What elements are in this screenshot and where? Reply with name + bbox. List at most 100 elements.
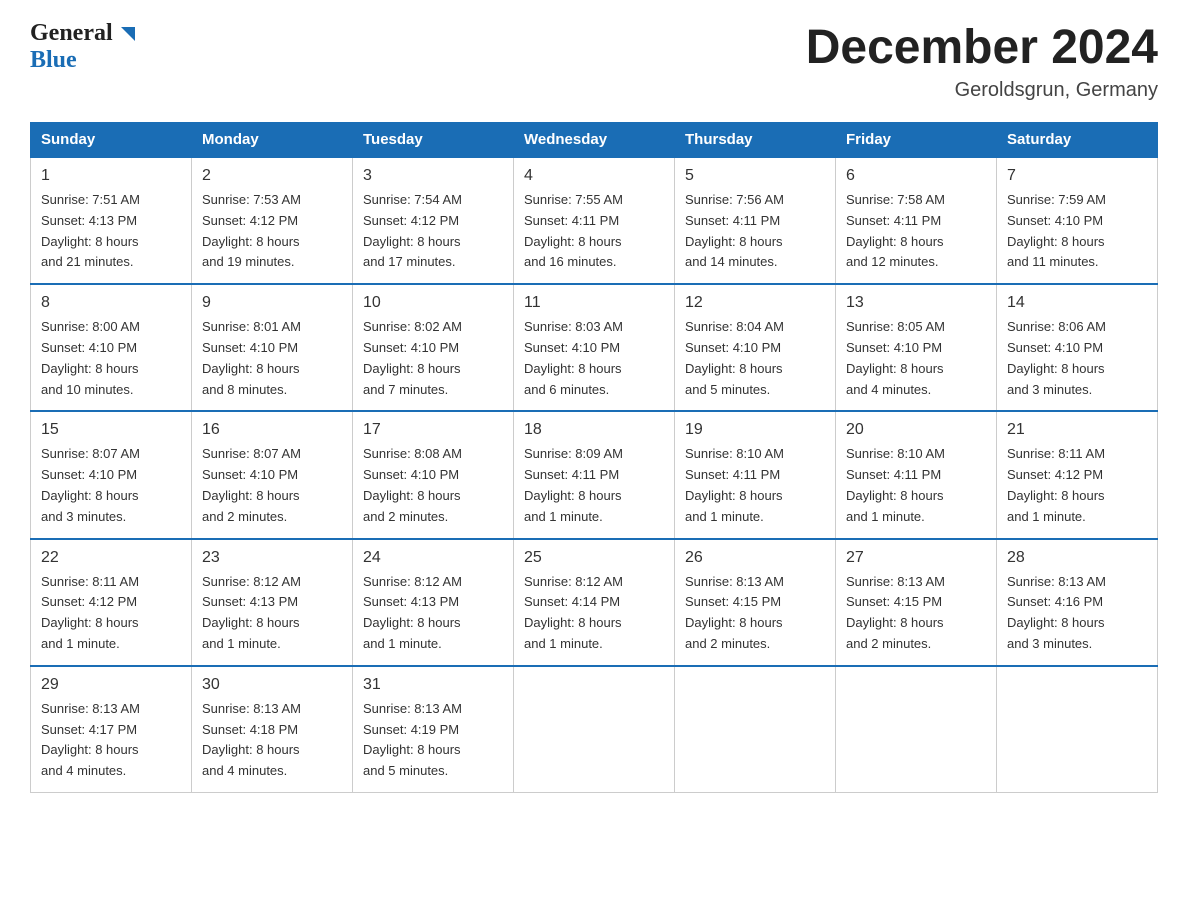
calendar-week-row: 8 Sunrise: 8:00 AMSunset: 4:10 PMDayligh… xyxy=(31,284,1158,411)
day-number: 4 xyxy=(524,164,664,188)
page-header: General Blue December 2024 Geroldsgrun, … xyxy=(30,20,1158,102)
day-info: Sunrise: 8:12 AMSunset: 4:14 PMDaylight:… xyxy=(524,574,623,651)
day-info: Sunrise: 8:07 AMSunset: 4:10 PMDaylight:… xyxy=(41,446,140,523)
day-info: Sunrise: 8:07 AMSunset: 4:10 PMDaylight:… xyxy=(202,446,301,523)
day-number: 16 xyxy=(202,418,342,442)
day-info: Sunrise: 7:53 AMSunset: 4:12 PMDaylight:… xyxy=(202,192,301,269)
day-number: 8 xyxy=(41,291,181,315)
calendar-cell: 7 Sunrise: 7:59 AMSunset: 4:10 PMDayligh… xyxy=(997,157,1158,284)
day-info: Sunrise: 8:13 AMSunset: 4:15 PMDaylight:… xyxy=(846,574,945,651)
day-info: Sunrise: 7:51 AMSunset: 4:13 PMDaylight:… xyxy=(41,192,140,269)
calendar-cell: 26 Sunrise: 8:13 AMSunset: 4:15 PMDaylig… xyxy=(675,539,836,666)
calendar-cell: 31 Sunrise: 8:13 AMSunset: 4:19 PMDaylig… xyxy=(353,666,514,793)
calendar-cell: 22 Sunrise: 8:11 AMSunset: 4:12 PMDaylig… xyxy=(31,539,192,666)
calendar-cell: 30 Sunrise: 8:13 AMSunset: 4:18 PMDaylig… xyxy=(192,666,353,793)
day-number: 14 xyxy=(1007,291,1147,315)
calendar-cell: 25 Sunrise: 8:12 AMSunset: 4:14 PMDaylig… xyxy=(514,539,675,666)
day-number: 6 xyxy=(846,164,986,188)
day-number: 12 xyxy=(685,291,825,315)
day-number: 10 xyxy=(363,291,503,315)
day-number: 1 xyxy=(41,164,181,188)
month-title: December 2024 xyxy=(806,20,1158,75)
calendar-cell: 24 Sunrise: 8:12 AMSunset: 4:13 PMDaylig… xyxy=(353,539,514,666)
day-number: 7 xyxy=(1007,164,1147,188)
col-thursday: Thursday xyxy=(675,123,836,158)
location-subtitle: Geroldsgrun, Germany xyxy=(806,79,1158,102)
calendar-cell: 9 Sunrise: 8:01 AMSunset: 4:10 PMDayligh… xyxy=(192,284,353,411)
calendar-cell xyxy=(514,666,675,793)
calendar-cell: 19 Sunrise: 8:10 AMSunset: 4:11 PMDaylig… xyxy=(675,411,836,538)
calendar-cell: 28 Sunrise: 8:13 AMSunset: 4:16 PMDaylig… xyxy=(997,539,1158,666)
calendar-cell: 14 Sunrise: 8:06 AMSunset: 4:10 PMDaylig… xyxy=(997,284,1158,411)
calendar-cell: 18 Sunrise: 8:09 AMSunset: 4:11 PMDaylig… xyxy=(514,411,675,538)
calendar-cell: 11 Sunrise: 8:03 AMSunset: 4:10 PMDaylig… xyxy=(514,284,675,411)
calendar-cell: 6 Sunrise: 7:58 AMSunset: 4:11 PMDayligh… xyxy=(836,157,997,284)
calendar-cell: 17 Sunrise: 8:08 AMSunset: 4:10 PMDaylig… xyxy=(353,411,514,538)
col-friday: Friday xyxy=(836,123,997,158)
day-info: Sunrise: 8:13 AMSunset: 4:19 PMDaylight:… xyxy=(363,701,462,778)
day-info: Sunrise: 8:13 AMSunset: 4:18 PMDaylight:… xyxy=(202,701,301,778)
calendar-cell: 12 Sunrise: 8:04 AMSunset: 4:10 PMDaylig… xyxy=(675,284,836,411)
day-info: Sunrise: 8:10 AMSunset: 4:11 PMDaylight:… xyxy=(685,446,784,523)
calendar-cell: 4 Sunrise: 7:55 AMSunset: 4:11 PMDayligh… xyxy=(514,157,675,284)
day-number: 20 xyxy=(846,418,986,442)
day-number: 27 xyxy=(846,546,986,570)
title-area: December 2024 Geroldsgrun, Germany xyxy=(806,20,1158,102)
day-info: Sunrise: 8:04 AMSunset: 4:10 PMDaylight:… xyxy=(685,319,784,396)
col-wednesday: Wednesday xyxy=(514,123,675,158)
day-number: 28 xyxy=(1007,546,1147,570)
calendar-cell: 15 Sunrise: 8:07 AMSunset: 4:10 PMDaylig… xyxy=(31,411,192,538)
logo-blue-text: Blue xyxy=(30,47,77,74)
calendar-cell: 27 Sunrise: 8:13 AMSunset: 4:15 PMDaylig… xyxy=(836,539,997,666)
day-number: 11 xyxy=(524,291,664,315)
calendar-cell: 10 Sunrise: 8:02 AMSunset: 4:10 PMDaylig… xyxy=(353,284,514,411)
day-number: 15 xyxy=(41,418,181,442)
day-number: 13 xyxy=(846,291,986,315)
day-info: Sunrise: 8:02 AMSunset: 4:10 PMDaylight:… xyxy=(363,319,462,396)
day-info: Sunrise: 7:54 AMSunset: 4:12 PMDaylight:… xyxy=(363,192,462,269)
calendar-week-row: 29 Sunrise: 8:13 AMSunset: 4:17 PMDaylig… xyxy=(31,666,1158,793)
calendar-cell: 29 Sunrise: 8:13 AMSunset: 4:17 PMDaylig… xyxy=(31,666,192,793)
day-info: Sunrise: 8:00 AMSunset: 4:10 PMDaylight:… xyxy=(41,319,140,396)
day-number: 22 xyxy=(41,546,181,570)
day-number: 2 xyxy=(202,164,342,188)
col-monday: Monday xyxy=(192,123,353,158)
day-info: Sunrise: 8:12 AMSunset: 4:13 PMDaylight:… xyxy=(202,574,301,651)
calendar-cell: 13 Sunrise: 8:05 AMSunset: 4:10 PMDaylig… xyxy=(836,284,997,411)
day-info: Sunrise: 8:06 AMSunset: 4:10 PMDaylight:… xyxy=(1007,319,1106,396)
day-info: Sunrise: 7:58 AMSunset: 4:11 PMDaylight:… xyxy=(846,192,945,269)
col-sunday: Sunday xyxy=(31,123,192,158)
day-number: 17 xyxy=(363,418,503,442)
calendar-cell: 23 Sunrise: 8:12 AMSunset: 4:13 PMDaylig… xyxy=(192,539,353,666)
day-info: Sunrise: 8:03 AMSunset: 4:10 PMDaylight:… xyxy=(524,319,623,396)
calendar-cell: 21 Sunrise: 8:11 AMSunset: 4:12 PMDaylig… xyxy=(997,411,1158,538)
calendar-header-row: Sunday Monday Tuesday Wednesday Thursday… xyxy=(31,123,1158,158)
calendar-week-row: 22 Sunrise: 8:11 AMSunset: 4:12 PMDaylig… xyxy=(31,539,1158,666)
logo-general-text: General xyxy=(30,20,113,47)
day-number: 30 xyxy=(202,673,342,697)
day-info: Sunrise: 8:13 AMSunset: 4:15 PMDaylight:… xyxy=(685,574,784,651)
day-number: 21 xyxy=(1007,418,1147,442)
calendar-cell: 3 Sunrise: 7:54 AMSunset: 4:12 PMDayligh… xyxy=(353,157,514,284)
day-info: Sunrise: 8:13 AMSunset: 4:16 PMDaylight:… xyxy=(1007,574,1106,651)
day-info: Sunrise: 7:55 AMSunset: 4:11 PMDaylight:… xyxy=(524,192,623,269)
day-info: Sunrise: 8:13 AMSunset: 4:17 PMDaylight:… xyxy=(41,701,140,778)
col-saturday: Saturday xyxy=(997,123,1158,158)
calendar-table: Sunday Monday Tuesday Wednesday Thursday… xyxy=(30,122,1158,793)
day-info: Sunrise: 8:10 AMSunset: 4:11 PMDaylight:… xyxy=(846,446,945,523)
calendar-week-row: 1 Sunrise: 7:51 AMSunset: 4:13 PMDayligh… xyxy=(31,157,1158,284)
day-number: 23 xyxy=(202,546,342,570)
calendar-cell: 8 Sunrise: 8:00 AMSunset: 4:10 PMDayligh… xyxy=(31,284,192,411)
calendar-cell: 2 Sunrise: 7:53 AMSunset: 4:12 PMDayligh… xyxy=(192,157,353,284)
calendar-cell: 16 Sunrise: 8:07 AMSunset: 4:10 PMDaylig… xyxy=(192,411,353,538)
day-info: Sunrise: 8:08 AMSunset: 4:10 PMDaylight:… xyxy=(363,446,462,523)
calendar-cell xyxy=(997,666,1158,793)
calendar-cell: 20 Sunrise: 8:10 AMSunset: 4:11 PMDaylig… xyxy=(836,411,997,538)
col-tuesday: Tuesday xyxy=(353,123,514,158)
day-number: 9 xyxy=(202,291,342,315)
day-info: Sunrise: 8:05 AMSunset: 4:10 PMDaylight:… xyxy=(846,319,945,396)
day-number: 31 xyxy=(363,673,503,697)
day-info: Sunrise: 8:11 AMSunset: 4:12 PMDaylight:… xyxy=(1007,446,1105,523)
day-number: 26 xyxy=(685,546,825,570)
calendar-cell xyxy=(836,666,997,793)
